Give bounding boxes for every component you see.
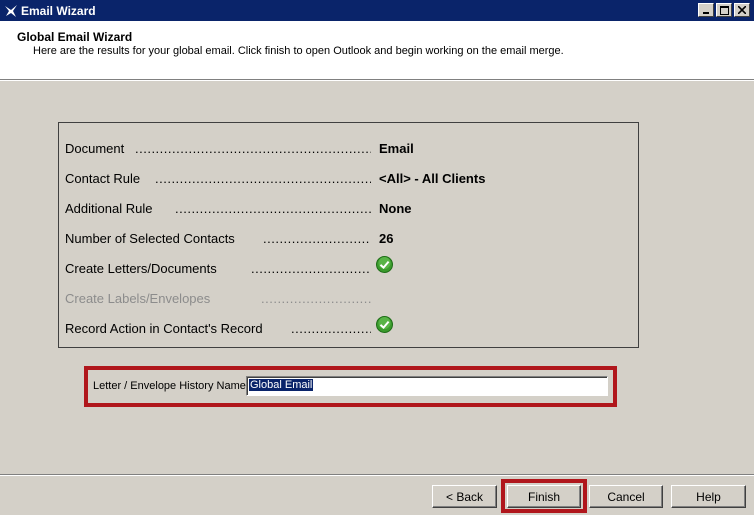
row-value: 26 — [379, 231, 394, 246]
row-label: Number of Selected Contacts — [65, 231, 235, 246]
window-title: Email Wizard — [21, 3, 96, 18]
history-name-value: Global Email — [249, 379, 314, 391]
leader-dots: ........................................… — [261, 291, 371, 306]
row-label: Contact Rule — [65, 171, 141, 186]
row-value: <All> - All Clients — [379, 171, 486, 186]
row-label: Create Labels/Envelopes — [65, 291, 211, 306]
history-name-input[interactable]: Global Email — [246, 376, 608, 396]
help-button[interactable]: Help — [671, 485, 746, 508]
close-icon — [738, 6, 746, 14]
leader-dots: ........................................… — [251, 261, 371, 276]
summary-row-create-labels: Create Labels/Envelopes ................… — [65, 291, 625, 307]
summary-row-record-action: Record Action in Contact's Record ......… — [65, 316, 625, 337]
maximize-button[interactable] — [716, 3, 732, 17]
header-divider — [0, 80, 754, 81]
finish-button[interactable]: Finish — [507, 485, 581, 508]
leader-dots: ........................................… — [263, 231, 371, 246]
leader-dots: ........................................… — [175, 201, 371, 216]
summary-row-additional-rule: Additional Rule ........................… — [65, 201, 625, 217]
leader-dots: ........................................… — [155, 171, 371, 186]
row-label: Additional Rule — [65, 201, 153, 216]
history-name-highlight: Letter / Envelope History Name Global Em… — [84, 366, 617, 407]
title-bar: Email Wizard — [0, 0, 754, 21]
wizard-icon — [3, 3, 19, 19]
summary-row-create-letters: Create Letters/Documents ...............… — [65, 256, 625, 277]
minimize-button[interactable] — [698, 3, 714, 17]
summary-row-contact-rule: Contact Rule ...........................… — [65, 171, 625, 187]
row-label: Record Action in Contact's Record — [65, 321, 263, 336]
checkmark-icon — [376, 316, 393, 333]
cancel-button[interactable]: Cancel — [589, 485, 663, 508]
header-subtitle: Here are the results for your global ema… — [33, 45, 564, 57]
row-label: Document — [65, 141, 125, 156]
row-label: Create Letters/Documents — [65, 261, 217, 276]
wizard-header: Global Email Wizard Here are the results… — [0, 21, 754, 80]
minimize-icon — [703, 12, 709, 14]
leader-dots: ........................................… — [291, 321, 371, 336]
leader-dots: ........................................… — [135, 141, 371, 156]
back-button[interactable]: < Back — [432, 485, 497, 508]
summary-panel: Document ...............................… — [58, 122, 639, 348]
history-name-label: Letter / Envelope History Name — [93, 380, 246, 392]
summary-row-document: Document ...............................… — [65, 141, 625, 157]
row-value: None — [379, 201, 412, 216]
maximize-icon — [719, 5, 729, 15]
footer-divider-highlight — [0, 475, 754, 476]
summary-row-selected-contacts: Number of Selected Contacts ............… — [65, 231, 625, 247]
header-title: Global Email Wizard — [17, 30, 133, 44]
checkmark-icon — [376, 256, 393, 273]
row-value: Email — [379, 141, 414, 156]
close-button[interactable] — [734, 3, 750, 17]
